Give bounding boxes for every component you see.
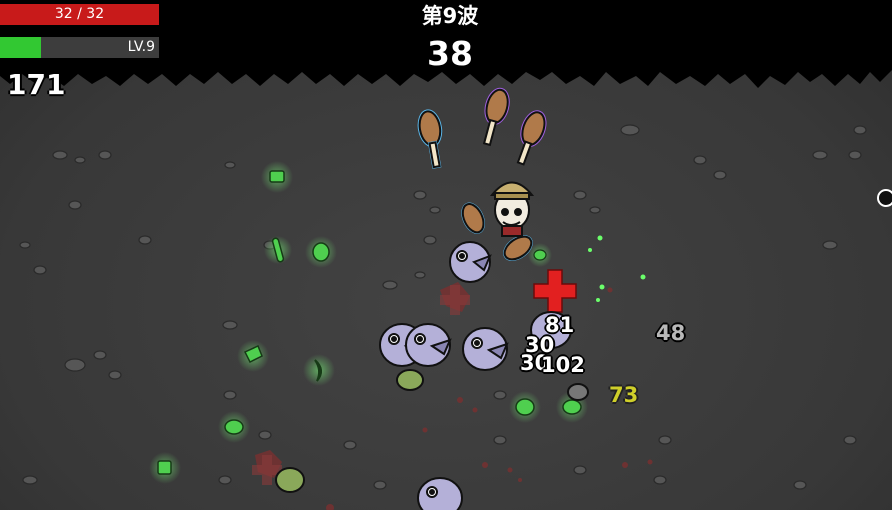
offscreen-indicator-icon bbox=[877, 189, 892, 207]
faded-spawn-markers bbox=[252, 285, 470, 485]
arena-floor bbox=[0, 0, 892, 510]
weapons bbox=[417, 87, 547, 261]
small-enemy bbox=[275, 369, 589, 493]
alien-enemy bbox=[530, 311, 572, 349]
material-drops bbox=[149, 161, 646, 484]
alien-enemy bbox=[405, 323, 452, 367]
alien-enemy bbox=[417, 477, 463, 510]
blood-splats bbox=[255, 282, 653, 510]
club-weapon-icon bbox=[482, 87, 510, 147]
spawn-marker-icon bbox=[533, 269, 577, 313]
alien-enemy bbox=[462, 327, 509, 371]
arena-scene bbox=[0, 0, 892, 510]
club-weapon-icon bbox=[417, 109, 443, 169]
player-character bbox=[489, 181, 535, 237]
club-weapon-icon bbox=[516, 110, 547, 166]
club-weapon-icon bbox=[461, 202, 485, 234]
alien-enemy bbox=[449, 241, 492, 283]
arena-top-edge bbox=[0, 0, 892, 88]
floor-decoration bbox=[19, 124, 867, 490]
